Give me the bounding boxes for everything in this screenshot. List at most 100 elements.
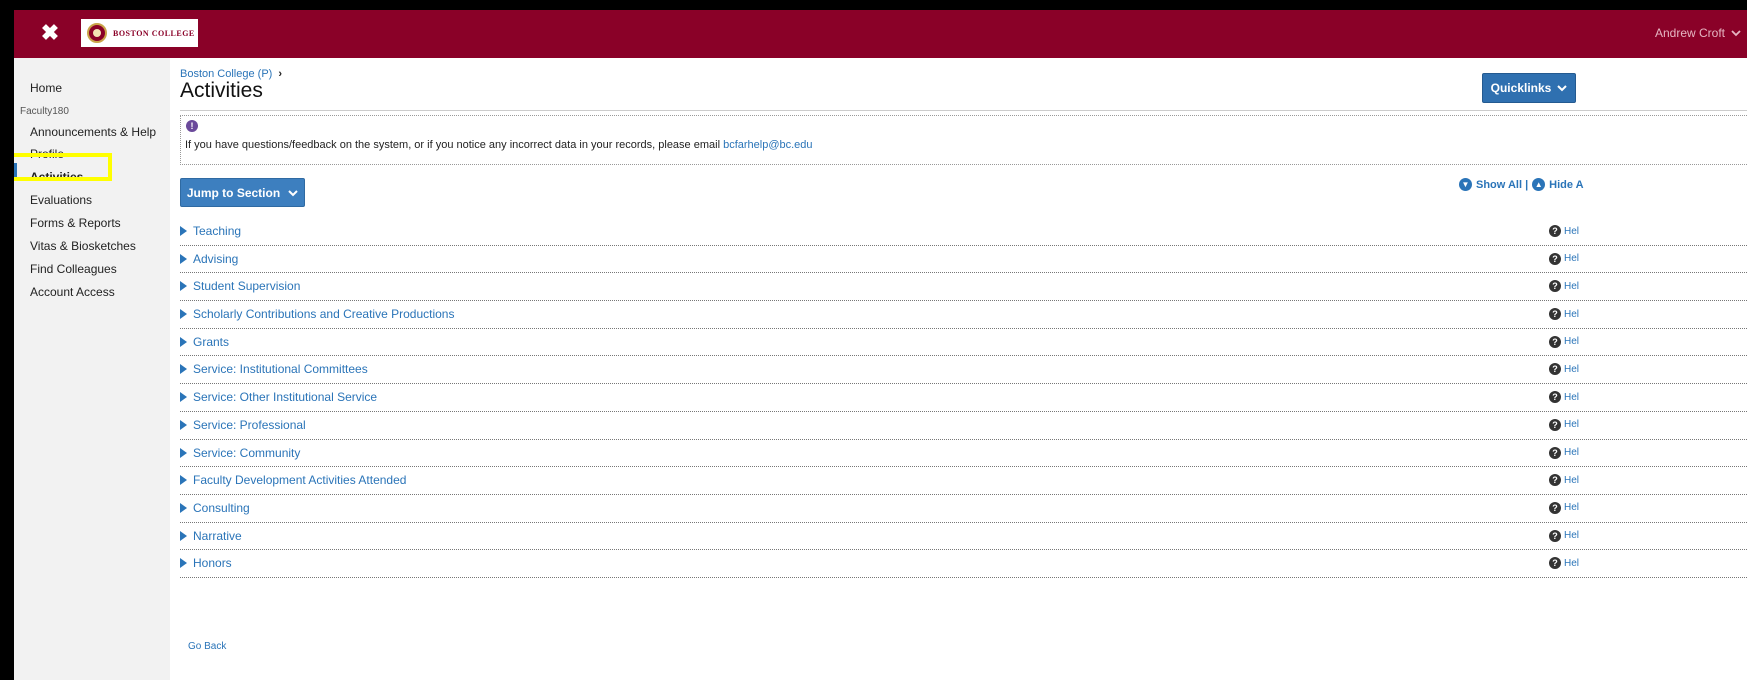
section-label[interactable]: Scholarly Contributions and Creative Pro…	[193, 307, 454, 321]
section-row[interactable]: Narrative ? Hel	[180, 523, 1747, 551]
support-email-link[interactable]: bcfarhelp@bc.edu	[723, 139, 812, 151]
expand-arrow-icon[interactable]	[180, 336, 187, 347]
top-bar: ✖ BOSTON COLLEGE Andrew Croft	[14, 10, 1747, 58]
section-label[interactable]: Teaching	[193, 224, 241, 238]
sidebar-item-forms-reports[interactable]: Forms & Reports	[30, 216, 121, 230]
section-label[interactable]: Service: Other Institutional Service	[193, 390, 377, 404]
help-label: Hel	[1564, 530, 1580, 542]
help-link[interactable]: ? Hel	[1549, 501, 1580, 514]
quicklinks-label: Quicklinks	[1490, 81, 1552, 95]
help-link[interactable]: ? Hel	[1549, 557, 1580, 570]
show-all-link[interactable]: Show All |	[1476, 179, 1528, 191]
help-label: Hel	[1564, 447, 1580, 458]
section-row[interactable]: Advising ? Hel	[180, 246, 1747, 274]
sidebar-item-announcements[interactable]: Announcements & Help	[30, 125, 156, 139]
help-icon: ?	[1549, 252, 1561, 265]
help-link[interactable]: ? Hel	[1549, 529, 1580, 542]
sidebar-item-vitas[interactable]: Vitas & Biosketches	[30, 239, 136, 253]
logo-text: BOSTON COLLEGE	[113, 28, 195, 38]
help-link[interactable]: ? Hel	[1549, 225, 1579, 237]
help-icon: ?	[1549, 308, 1561, 321]
collapse-all-icon[interactable]: ▲	[1532, 178, 1546, 191]
user-menu[interactable]: Andrew Croft	[1655, 26, 1741, 40]
info-icon: !	[186, 120, 198, 132]
section-label[interactable]: Grants	[193, 335, 229, 349]
help-icon: ?	[1549, 474, 1561, 487]
help-icon: ?	[1549, 418, 1561, 431]
expand-arrow-icon[interactable]	[180, 281, 187, 292]
section-label[interactable]: Service: Professional	[193, 418, 306, 432]
help-icon: ?	[1549, 501, 1561, 514]
section-row[interactable]: Faculty Development Activities Attended?…	[180, 467, 1747, 495]
section-label[interactable]: Faculty Development Activities Attended	[193, 473, 406, 487]
quicklinks-button[interactable]: Quicklinks	[1482, 73, 1576, 103]
sidebar-item-find-colleagues[interactable]: Find Colleagues	[30, 262, 117, 276]
jump-to-section-button[interactable]: Jump to Section	[180, 178, 305, 207]
section-list: Teaching? Hel Advising? Hel Student Supervis…	[180, 218, 1747, 578]
section-row[interactable]: Scholarly Contributions and Creative Pro…	[180, 301, 1747, 329]
sidebar-item-evaluations[interactable]: Evaluations	[30, 193, 92, 207]
help-icon: ?	[1549, 557, 1561, 570]
hide-all-link[interactable]: Hide A	[1549, 179, 1583, 191]
chevron-down-icon	[1557, 85, 1568, 92]
section-row[interactable]: Teaching ? Hel	[180, 218, 1747, 246]
expand-arrow-icon[interactable]	[180, 226, 187, 236]
section-label[interactable]: Consulting	[193, 501, 250, 515]
section-label[interactable]: Honors	[193, 556, 232, 570]
section-row[interactable]: Service: Community ? Hel	[180, 440, 1747, 468]
section-label[interactable]: Advising	[193, 252, 238, 266]
expand-arrow-icon[interactable]	[180, 530, 187, 541]
help-icon: ?	[1549, 391, 1561, 404]
help-label: Hel	[1564, 557, 1580, 569]
help-link[interactable]: ? Hel	[1549, 280, 1579, 293]
expand-arrow-icon[interactable]	[180, 558, 187, 569]
expand-arrow-icon[interactable]	[180, 502, 187, 513]
section-label[interactable]: Student Supervision	[193, 279, 300, 293]
help-link[interactable]: ? Hel	[1549, 446, 1580, 459]
user-name: Andrew Croft	[1654, 26, 1725, 40]
sidebar-item-home[interactable]: Home	[30, 81, 62, 95]
active-indicator	[14, 163, 17, 181]
help-label: Hel	[1564, 308, 1580, 320]
help-link[interactable]: ? Hel	[1549, 363, 1580, 376]
close-icon[interactable]: ✖	[37, 20, 63, 46]
go-back-link[interactable]: Go Back	[188, 641, 226, 652]
jump-label: Jump to Section	[186, 185, 281, 200]
section-row[interactable]: Service: Other Institutional Service ? Hel	[180, 384, 1747, 412]
help-link[interactable]: ? Hel	[1549, 418, 1579, 431]
page-title: Activities	[180, 79, 263, 102]
section-row[interactable]: Service: Professional ? Hel	[180, 412, 1747, 440]
sidebar-item-profile[interactable]: Profile	[30, 147, 64, 161]
sidebar-item-account-access[interactable]: Account Access	[30, 285, 115, 299]
expand-arrow-icon[interactable]	[180, 392, 187, 403]
section-row[interactable]: Consulting? Hel	[180, 495, 1747, 523]
section-row[interactable]: Grants ? Hel	[180, 329, 1747, 357]
section-label[interactable]: Narrative	[193, 529, 242, 543]
help-link[interactable]: ? Hel	[1549, 252, 1579, 265]
expand-arrow-icon[interactable]	[180, 447, 187, 458]
section-label[interactable]: Service: Institutional Committees	[193, 362, 368, 376]
help-label: Hel	[1564, 336, 1580, 348]
help-label: Hel	[1564, 474, 1580, 486]
expand-arrow-icon[interactable]	[180, 475, 187, 486]
expand-arrow-icon[interactable]	[180, 364, 187, 375]
main-content: Boston College (P) › Activities Quicklin…	[170, 58, 1747, 680]
expand-all-icon[interactable]: ▼	[1459, 178, 1472, 191]
help-label: Hel	[1564, 363, 1580, 375]
help-link[interactable]: ? Hel	[1549, 335, 1580, 348]
help-link[interactable]: ? Hel	[1549, 308, 1580, 321]
section-row[interactable]: Student Supervision ? Hel	[180, 273, 1747, 302]
help-label: Hel	[1564, 502, 1580, 514]
app-frame: ✖ BOSTON COLLEGE Andrew Croft Home Facul…	[14, 10, 1747, 680]
expand-arrow-icon[interactable]	[180, 419, 187, 430]
expand-arrow-icon[interactable]	[180, 309, 187, 320]
sidebar-item-activities[interactable]: Activities	[30, 170, 83, 184]
section-label[interactable]: Service: Community	[193, 446, 300, 460]
expand-arrow-icon[interactable]	[180, 253, 187, 264]
notice-message: If you have questions/feedback on the sy…	[185, 139, 724, 151]
help-link[interactable]: ? Hel	[1549, 391, 1579, 404]
section-row[interactable]: Honors? Hel	[180, 550, 1747, 578]
help-link[interactable]: ? Hel	[1549, 474, 1580, 487]
section-row[interactable]: Service: Institutional Committees ? Hel	[180, 356, 1747, 385]
boston-college-logo[interactable]: BOSTON COLLEGE	[81, 19, 198, 47]
